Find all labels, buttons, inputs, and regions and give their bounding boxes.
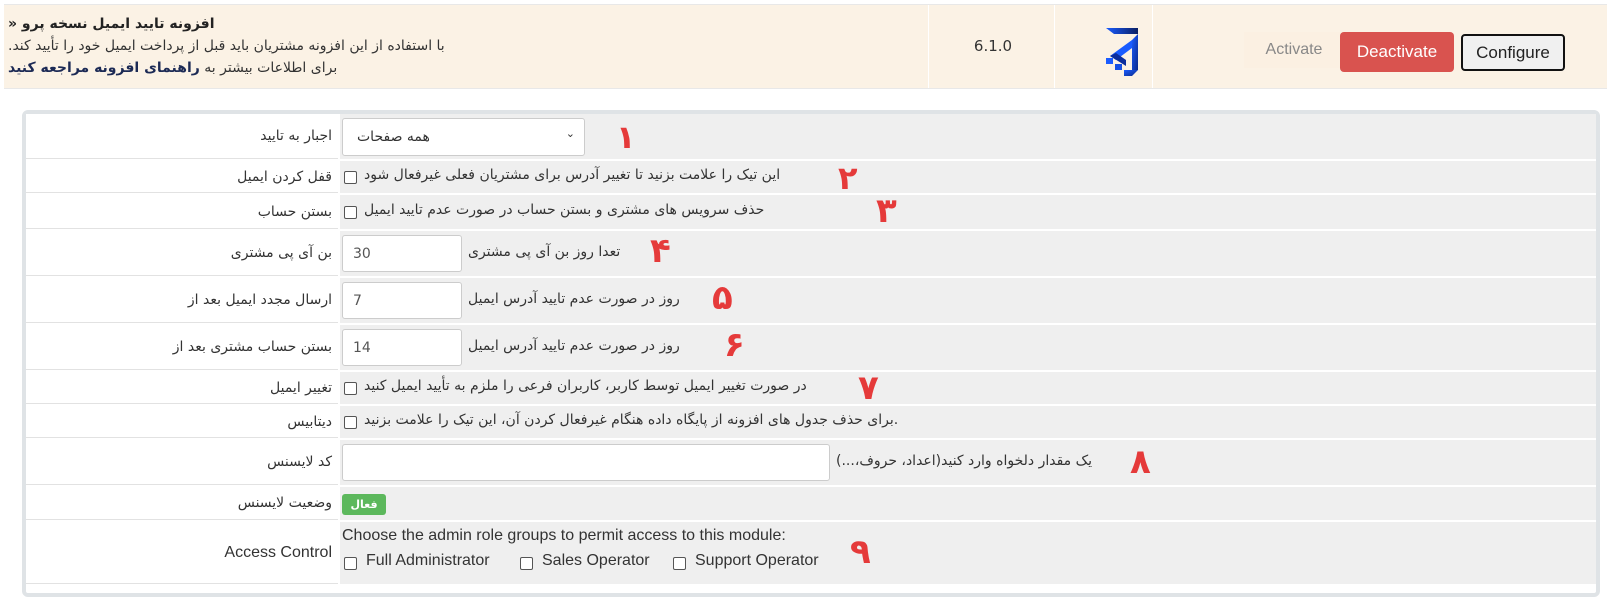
row-field: حذف سرویس های مشتری و بستن حساب در صورت … [340, 191, 1596, 231]
config-row-resend-email: ارسال مجدد ایمیل بعد از 7 روز در صورت عد… [26, 278, 1596, 323]
row-label: قفل کردن ایمیل [26, 161, 338, 193]
module-info: برای اطلاعات بیشتر به راهنمای افزونه مرا… [8, 57, 928, 79]
row-label: بن آی پی مشتری [26, 231, 338, 276]
column-divider [1054, 5, 1055, 88]
activate-button[interactable]: Activate [1244, 32, 1344, 68]
row-label: تغییر ایمیل [26, 372, 338, 404]
sales-operator-label[interactable]: Sales Operator [542, 552, 650, 570]
row-label: بستن حساب [26, 195, 338, 229]
force-verify-select[interactable]: همه صفحات ⌄ [342, 118, 585, 156]
chevron-down-icon: ⌄ [565, 127, 575, 140]
annotation-number: ۱ [616, 118, 636, 156]
config-row-ban-ip: بن آی پی مشتری 30 تعدا روز بن آی پی مشتر… [26, 231, 1596, 276]
access-control-description: Choose the admin role groups to permit a… [342, 527, 786, 544]
field-description: روز در صورت عدم تایید آدرس ایمیل [468, 338, 680, 354]
row-label: دیتابیس [26, 406, 338, 438]
field-description: یک مقدار دلخواه وارد کنید(اعداد، حروف،..… [836, 453, 1093, 469]
config-row-close-account-after: بستن حساب مشتری بعد از 14 روز در صورت عد… [26, 325, 1596, 370]
config-row-license-status: وضعیت لایسنس فعال [26, 487, 1596, 520]
row-label: ارسال مجدد ایمیل بعد از [26, 278, 338, 323]
field-description: روز در صورت عدم تایید آدرس ایمیل [468, 291, 680, 307]
module-description: افزونه تایید ایمیل نسخه پرو « .با استفاد… [8, 13, 928, 79]
row-field: .برای حذف جدول های افزونه از پایگاه داده… [340, 406, 1596, 438]
field-description: در صورت تغییر ایمیل توسط کاربر، کاربران … [364, 378, 807, 394]
module-summary: .با استفاده از این افزونه مشتریان باید ق… [8, 38, 445, 54]
row-label: Access Control [26, 522, 338, 584]
row-field: همه صفحات ⌄ ۱ [340, 114, 1596, 159]
field-description: تعدا روز بن آی پی مشتری [468, 244, 621, 260]
module-version: 6.1.0 [973, 37, 1013, 55]
row-field: 14 روز در صورت عدم تایید آدرس ایمیل ۶ [340, 325, 1596, 370]
config-row-license-key: کد لایسنس یک مقدار دلخواه وارد کنید(اعدا… [26, 440, 1596, 485]
row-field: فعال [340, 487, 1596, 520]
annotation-number: ۸ [1130, 442, 1151, 482]
resend-email-days-input[interactable]: 7 [342, 282, 462, 319]
row-field: یک مقدار دلخواه وارد کنید(اعداد، حروف،..… [340, 440, 1596, 485]
row-label: اجبار به تایید [26, 114, 338, 159]
config-row-close-account: بستن حساب حذف سرویس های مشتری و بستن حسا… [26, 191, 1596, 231]
lock-email-checkbox[interactable] [344, 171, 357, 184]
config-row-force-verify: اجبار به تایید همه صفحات ⌄ ۱ [26, 114, 1596, 159]
full-administrator-checkbox[interactable] [344, 557, 357, 570]
field-description: حذف سرویس های مشتری و بستن حساب در صورت … [364, 202, 765, 218]
close-account-checkbox[interactable] [344, 206, 357, 219]
row-field: Choose the admin role groups to permit a… [340, 522, 1596, 584]
full-administrator-label[interactable]: Full Administrator [366, 552, 490, 570]
delete-tables-checkbox[interactable] [344, 416, 357, 429]
row-field: 30 تعدا روز بن آی پی مشتری ۴ [340, 231, 1596, 276]
configure-button[interactable]: Configure [1461, 34, 1565, 71]
change-email-checkbox[interactable] [344, 382, 357, 395]
config-row-database: دیتابیس .برای حذف جدول های افزونه از پای… [26, 406, 1596, 438]
annotation-number: ۲ [838, 159, 858, 197]
config-row-lock-email: قفل کردن ایمیل این تیک را علامت بزنید تا… [26, 159, 1596, 197]
annotation-number: ۳ [876, 191, 897, 231]
module-guide-link[interactable]: راهنمای افزونه مراجعه کنید [8, 60, 200, 76]
select-value: همه صفحات [357, 129, 430, 145]
support-operator-checkbox[interactable] [673, 557, 686, 570]
module-title: افزونه تایید ایمیل نسخه پرو « [8, 16, 215, 32]
row-label: کد لایسنس [26, 440, 338, 485]
config-row-access-control: Access Control Choose the admin role gro… [26, 522, 1596, 584]
annotation-number: ۴ [650, 231, 671, 271]
support-operator-label[interactable]: Support Operator [695, 552, 819, 570]
sales-operator-checkbox[interactable] [520, 557, 533, 570]
module-row: افزونه تایید ایمیل نسخه پرو « .با استفاد… [4, 4, 1607, 89]
close-account-days-input[interactable]: 14 [342, 329, 462, 366]
row-field: این تیک را علامت بزنید تا تغییر آدرس برا… [340, 159, 1596, 197]
field-description: این تیک را علامت بزنید تا تغییر آدرس برا… [364, 167, 781, 183]
deactivate-button[interactable]: Deactivate [1340, 32, 1454, 72]
row-label: بستن حساب مشتری بعد از [26, 325, 338, 370]
brand-logo-icon [1106, 28, 1138, 76]
config-panel: اجبار به تایید همه صفحات ⌄ ۱ قفل کردن ای… [22, 110, 1600, 597]
row-field: در صورت تغییر ایمیل توسط کاربر، کاربران … [340, 368, 1596, 408]
field-description: .برای حذف جدول های افزونه از پایگاه داده… [364, 412, 899, 428]
ban-ip-days-input[interactable]: 30 [342, 235, 462, 272]
license-status-badge: فعال [342, 494, 386, 515]
module-info-prefix: برای اطلاعات بیشتر به [199, 60, 338, 76]
annotation-number: ۹ [850, 532, 871, 572]
annotation-number: ۵ [712, 278, 733, 318]
row-field: 7 روز در صورت عدم تایید آدرس ایمیل ۵ [340, 278, 1596, 323]
column-divider [1152, 5, 1153, 88]
row-label: وضعیت لایسنس [26, 487, 338, 520]
annotation-number: ۷ [858, 368, 879, 408]
license-key-input[interactable] [342, 444, 830, 481]
config-row-change-email: تغییر ایمیل در صورت تغییر ایمیل توسط کار… [26, 368, 1596, 408]
annotation-number: ۶ [724, 325, 745, 365]
